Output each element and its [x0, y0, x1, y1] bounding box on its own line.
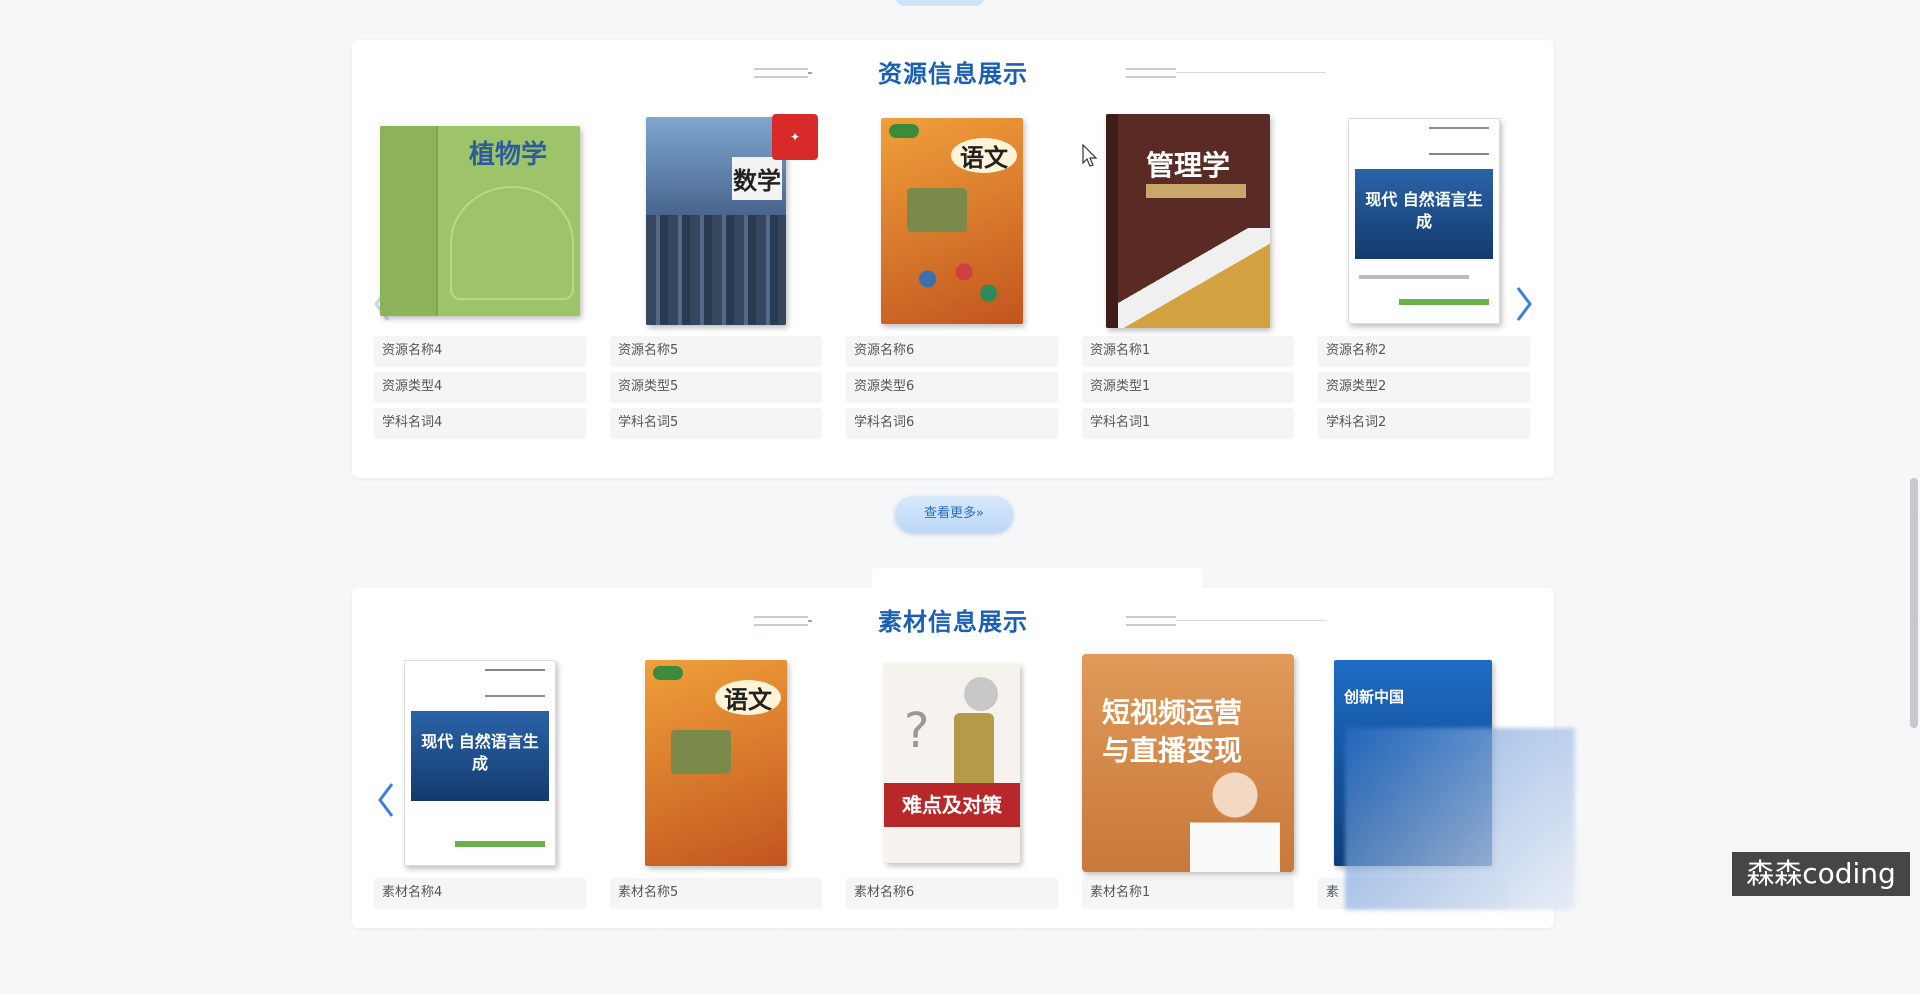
- book-cover-image: 数学: [646, 117, 786, 325]
- resource-cover[interactable]: 管理学: [1082, 112, 1294, 330]
- resource-cover[interactable]: 语文: [846, 112, 1058, 330]
- cover-title: 植物学: [468, 140, 547, 170]
- book-cover-image: 短视频运营 与直播变现: [1082, 654, 1294, 872]
- material-card[interactable]: 现代 自然语言生成 素材名称4: [374, 654, 586, 908]
- cover-title: 创新中国: [1344, 688, 1405, 706]
- resource-cover[interactable]: 植物学: [374, 112, 586, 330]
- material-name: 素材名称4: [374, 878, 586, 908]
- cover-title: 难点及对策: [884, 783, 1020, 827]
- title-decoration-right: [1126, 68, 1326, 78]
- resource-cover[interactable]: 现代 自然语言生成: [1318, 112, 1530, 330]
- material-section-title: 素材信息展示: [878, 608, 1028, 636]
- material-card[interactable]: ? 难点及对策 素材名称6: [846, 654, 1058, 908]
- page-scrollbar[interactable]: [1910, 478, 1918, 728]
- cover-title: 管理学: [1145, 149, 1230, 182]
- cover-title: 数学: [732, 157, 782, 200]
- resource-subject: 学科名词2: [1318, 408, 1530, 438]
- stamp-badge: ✦: [772, 114, 818, 160]
- book-cover-image: 植物学: [380, 126, 580, 316]
- material-cover[interactable]: ? 难点及对策: [846, 654, 1058, 872]
- resource-type: 资源类型4: [374, 372, 586, 402]
- resource-panel: 资源信息展示 植物学 资源名称4 资源类型4 学科名词4 数学 ✦ 资源名称5 …: [352, 40, 1554, 478]
- material-cover[interactable]: 短视频运营 与直播变现: [1082, 654, 1294, 872]
- book-cover-image: 语文: [881, 118, 1023, 324]
- material-card[interactable]: 短视频运营 与直播变现 素材名称1: [1082, 654, 1294, 908]
- cover-title: 现代 自然语言生成: [421, 732, 539, 773]
- blurred-overlay: [1345, 728, 1575, 910]
- title-decoration-right: [1126, 616, 1326, 626]
- resource-type: 资源类型2: [1318, 372, 1530, 402]
- cover-title: 语文: [951, 138, 1017, 173]
- resource-card[interactable]: 语文 资源名称6 资源类型6 学科名词6: [846, 112, 1058, 438]
- cover-title: 现代 自然语言生成: [1365, 190, 1483, 231]
- resource-subject: 学科名词6: [846, 408, 1058, 438]
- material-cover[interactable]: 现代 自然语言生成: [374, 654, 586, 872]
- resource-subject: 学科名词4: [374, 408, 586, 438]
- cover-title: 语文: [715, 680, 781, 715]
- resource-card[interactable]: 管理学 资源名称1 资源类型1 学科名词1: [1082, 112, 1294, 438]
- top-pill-decoration: [895, 0, 985, 6]
- resource-type: 资源类型5: [610, 372, 822, 402]
- material-name: 素材名称5: [610, 878, 822, 908]
- material-name: 素材名称6: [846, 878, 1058, 908]
- book-cover-image: 现代 自然语言生成: [404, 660, 556, 866]
- resource-name: 资源名称2: [1318, 336, 1530, 366]
- cover-title: 短视频运营 与直播变现: [1102, 696, 1243, 767]
- book-cover-image: 语文: [645, 660, 787, 866]
- resource-card[interactable]: 现代 自然语言生成 资源名称2 资源类型2 学科名词2: [1318, 112, 1530, 438]
- resource-section-title: 资源信息展示: [878, 60, 1028, 88]
- resource-type: 资源类型1: [1082, 372, 1294, 402]
- resource-card[interactable]: 植物学 资源名称4 资源类型4 学科名词4: [374, 112, 586, 438]
- resource-card-list: 植物学 资源名称4 资源类型4 学科名词4 数学 ✦ 资源名称5 资源类型5 学…: [374, 112, 1534, 452]
- book-cover-image: 现代 自然语言生成: [1348, 118, 1500, 324]
- watermark: 森森coding: [1732, 852, 1910, 896]
- resource-card[interactable]: 数学 ✦ 资源名称5 资源类型5 学科名词5: [610, 112, 822, 438]
- resource-type: 资源类型6: [846, 372, 1058, 402]
- view-more-button[interactable]: 查看更多»: [895, 496, 1013, 532]
- material-cover[interactable]: 语文: [610, 654, 822, 872]
- book-cover-image: 管理学: [1106, 114, 1270, 328]
- resource-subject: 学科名词5: [610, 408, 822, 438]
- resource-name: 资源名称6: [846, 336, 1058, 366]
- panel-notch: [872, 568, 1202, 590]
- book-cover-image: ? 难点及对策: [884, 663, 1020, 863]
- resource-name: 资源名称4: [374, 336, 586, 366]
- resource-cover[interactable]: 数学 ✦: [610, 112, 822, 330]
- material-name: 素材名称1: [1082, 878, 1294, 908]
- material-card[interactable]: 语文 素材名称5: [610, 654, 822, 908]
- mouse-cursor-icon: [1082, 144, 1098, 167]
- resource-subject: 学科名词1: [1082, 408, 1294, 438]
- resource-name: 资源名称1: [1082, 336, 1294, 366]
- resource-name: 资源名称5: [610, 336, 822, 366]
